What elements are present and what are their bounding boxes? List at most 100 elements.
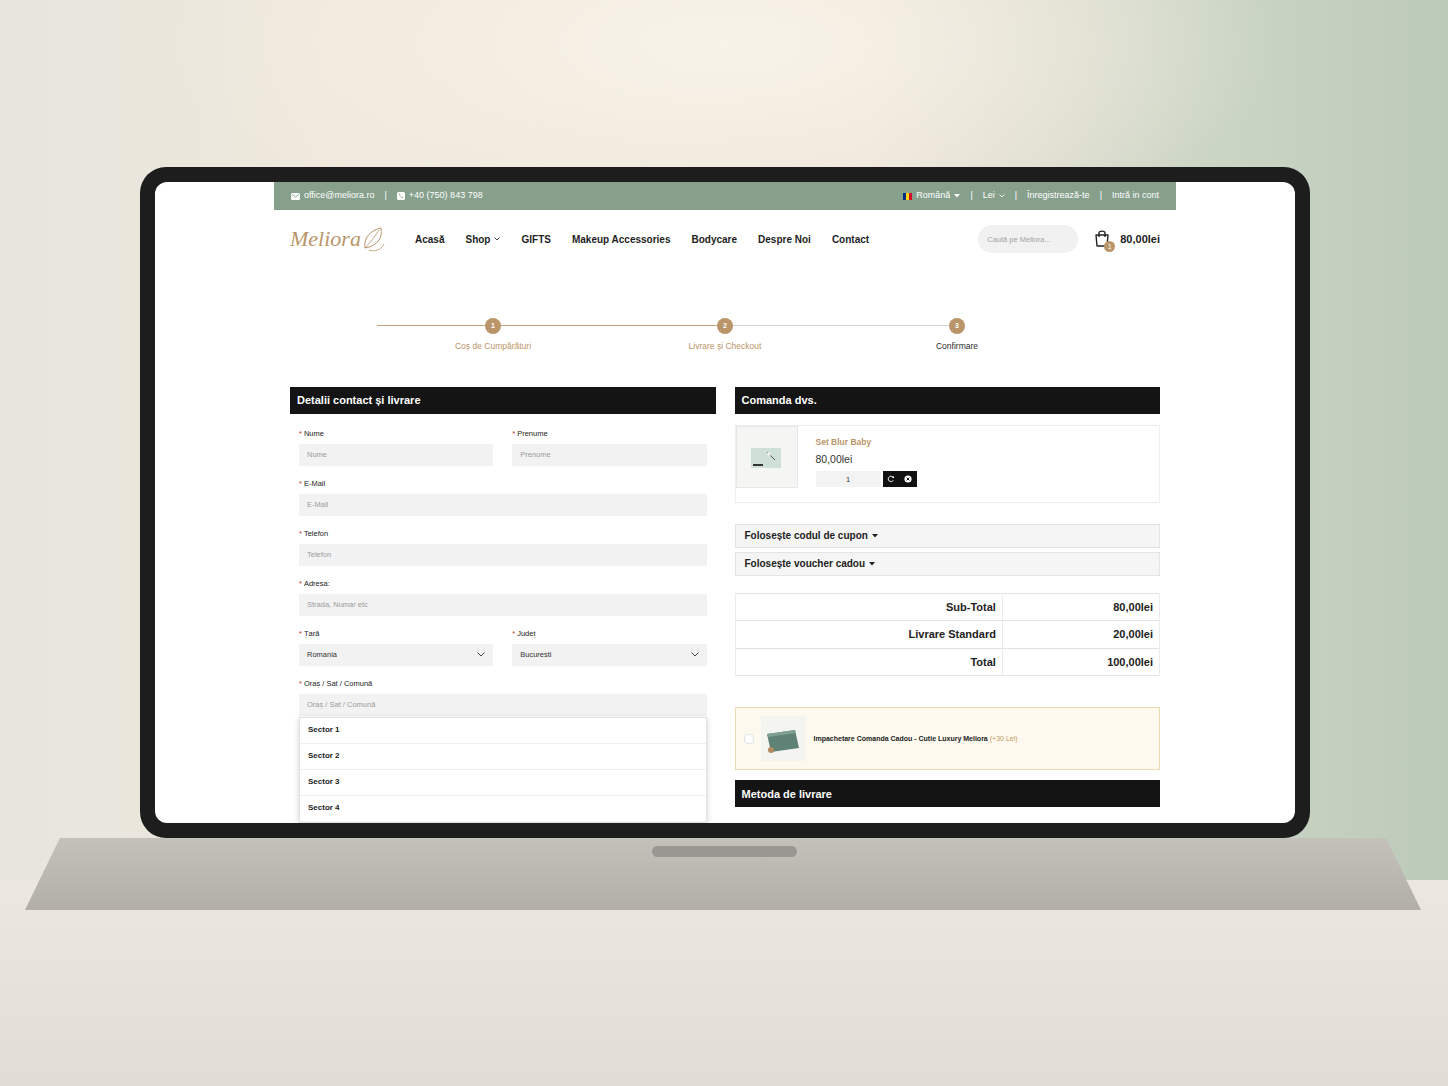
- order-panel: Comanda dvs.Set Blur Baby80,00leiFoloseș…: [735, 387, 1161, 823]
- form-row: *Adresa:: [299, 579, 707, 616]
- text-input[interactable]: [299, 594, 707, 616]
- dropdown-list: Sector 1Sector 2Sector 3Sector 4: [299, 717, 707, 823]
- text-input[interactable]: [299, 544, 707, 566]
- text-input[interactable]: [299, 694, 707, 716]
- login-link[interactable]: Intră in cont: [1112, 189, 1159, 203]
- logo-text[interactable]: Meliora: [290, 228, 361, 250]
- totals-body: Sub-Total80,00leiLivrare Standard20,00le…: [735, 593, 1160, 676]
- currency-text[interactable]: Lei: [983, 189, 995, 203]
- leaf-logo-icon: [361, 224, 387, 254]
- product-name[interactable]: Set Blur Baby: [816, 436, 917, 449]
- totals-label: Total: [735, 648, 1002, 676]
- field-label: *Nume: [299, 429, 493, 439]
- form-field: *ȚarăRomania: [299, 629, 493, 666]
- cart-total[interactable]: 80,00lei: [1120, 231, 1160, 248]
- register-link[interactable]: Înregistrează-te: [1027, 189, 1090, 203]
- nav-link-text[interactable]: Acasă: [415, 232, 444, 247]
- select-field[interactable]: Bucuresti: [512, 644, 706, 666]
- checkout-columns: Detalii contact și livrare*Nume*Prenume*…: [274, 387, 1176, 823]
- update-button[interactable]: [887, 475, 895, 483]
- required-mark: *: [299, 679, 302, 688]
- search-input[interactable]: [978, 225, 1078, 253]
- laptop-screen: office@meliora.ro | +40 (750) 843 798 Român…: [155, 182, 1295, 823]
- nav-link[interactable]: Makeup Accessories: [572, 232, 671, 247]
- totals-value: 100,00lei: [1002, 648, 1159, 676]
- caret-down-icon: [954, 194, 960, 198]
- nav-link-text[interactable]: Makeup Accessories: [572, 232, 671, 247]
- step-line: [493, 325, 609, 326]
- select-value[interactable]: Bucuresti: [520, 649, 551, 660]
- collapse-toggle[interactable]: Folosește codul de cupon: [735, 524, 1161, 548]
- separator: |: [1100, 189, 1102, 203]
- chevron-down-icon: [477, 652, 485, 657]
- language-selector[interactable]: Română: [903, 189, 960, 203]
- separator: |: [970, 189, 972, 203]
- select-field[interactable]: Romania: [299, 644, 493, 666]
- remove-button[interactable]: [904, 475, 912, 483]
- nav-link[interactable]: Contact: [832, 232, 869, 247]
- gift-checkbox[interactable]: [744, 734, 754, 744]
- dropdown-option[interactable]: Sector 2: [300, 744, 706, 770]
- toggle-label[interactable]: Folosește voucher cadou: [745, 556, 866, 571]
- phone-link[interactable]: +40 (750) 843 798: [397, 189, 483, 203]
- text-input[interactable]: [299, 444, 493, 466]
- nav-link[interactable]: Despre Noi: [758, 232, 811, 247]
- dropdown-option[interactable]: Sector 4: [300, 796, 706, 822]
- nav-link-text[interactable]: Contact: [832, 232, 869, 247]
- form-row: * Țară Romania *Județ Bucuresti: [299, 629, 707, 666]
- product-photo-icon: [747, 442, 787, 472]
- required-mark: *: [512, 629, 515, 638]
- nav-link-text[interactable]: Shop: [465, 232, 490, 247]
- select-value[interactable]: Romania: [307, 649, 337, 660]
- field-label-text: E-Mail: [304, 479, 325, 488]
- product-image[interactable]: [736, 426, 798, 488]
- toggle-label[interactable]: Folosește codul de cupon: [745, 528, 868, 543]
- quantity-input[interactable]: [816, 471, 881, 487]
- field-label: *Telefon: [299, 529, 707, 539]
- field-label: *Prenume: [512, 429, 706, 439]
- phone-text[interactable]: +40 (750) 843 798: [409, 189, 483, 203]
- step-track: 3: [841, 318, 1073, 334]
- nav-link-text[interactable]: Bodycare: [692, 232, 738, 247]
- nav-link[interactable]: Bodycare: [692, 232, 738, 247]
- field-label-text: Județ: [517, 629, 535, 638]
- gift-label[interactable]: Impachetare Comanda Cadou - Cutie Luxury…: [814, 735, 988, 742]
- totals-row: Livrare Standard20,00lei: [735, 621, 1160, 649]
- form-row: *Nume *Prenume: [299, 429, 707, 466]
- field-label-text: Țară: [304, 629, 319, 638]
- product-price: 80,00lei: [816, 452, 917, 468]
- form-field: *Telefon: [299, 529, 707, 566]
- nav-link[interactable]: Acasă: [415, 232, 444, 247]
- dropdown-option[interactable]: Sector 1: [300, 718, 706, 744]
- checkout-step: 2Livrare și Checkout: [609, 318, 841, 353]
- field-label: *Județ: [512, 629, 706, 639]
- nav-link[interactable]: GIFTS: [521, 232, 550, 247]
- required-mark: *: [299, 429, 302, 438]
- cart-button[interactable]: 1 80,00lei: [1093, 229, 1160, 249]
- form-row: *Oraș / Sat / ComunăSector 1Sector 2Sect…: [299, 679, 707, 716]
- step-line: [841, 325, 957, 326]
- item-info: Set Blur Baby 80,00lei: [816, 426, 917, 488]
- totals-row: Sub-Total80,00lei: [735, 593, 1160, 621]
- totals-value: 80,00lei: [1002, 593, 1159, 621]
- remove-icon: [904, 475, 912, 483]
- gift-text[interactable]: Impachetare Comanda Cadou - Cutie Luxury…: [814, 734, 1018, 745]
- required-mark: *: [299, 579, 302, 588]
- quantity-row: [816, 471, 917, 487]
- cart[interactable]: 1: [1093, 229, 1113, 249]
- step-line: [609, 325, 725, 326]
- step-number: 1: [485, 318, 501, 334]
- email-text[interactable]: office@meliora.ro: [304, 189, 375, 203]
- nav-link-text[interactable]: GIFTS: [521, 232, 550, 247]
- logo[interactable]: Meliora: [290, 224, 415, 254]
- collapse-toggle[interactable]: Folosește voucher cadou: [735, 552, 1161, 576]
- currency-selector[interactable]: Lei: [983, 189, 1005, 203]
- email-link[interactable]: office@meliora.ro: [291, 189, 375, 203]
- nav-link-text[interactable]: Despre Noi: [758, 232, 811, 247]
- text-input[interactable]: [299, 494, 707, 516]
- text-input[interactable]: [512, 444, 706, 466]
- nav-link[interactable]: Shop: [465, 232, 500, 247]
- totals-row: Total100,00lei: [735, 648, 1160, 676]
- dropdown-option[interactable]: Sector 3: [300, 770, 706, 796]
- language-text[interactable]: Română: [916, 189, 950, 203]
